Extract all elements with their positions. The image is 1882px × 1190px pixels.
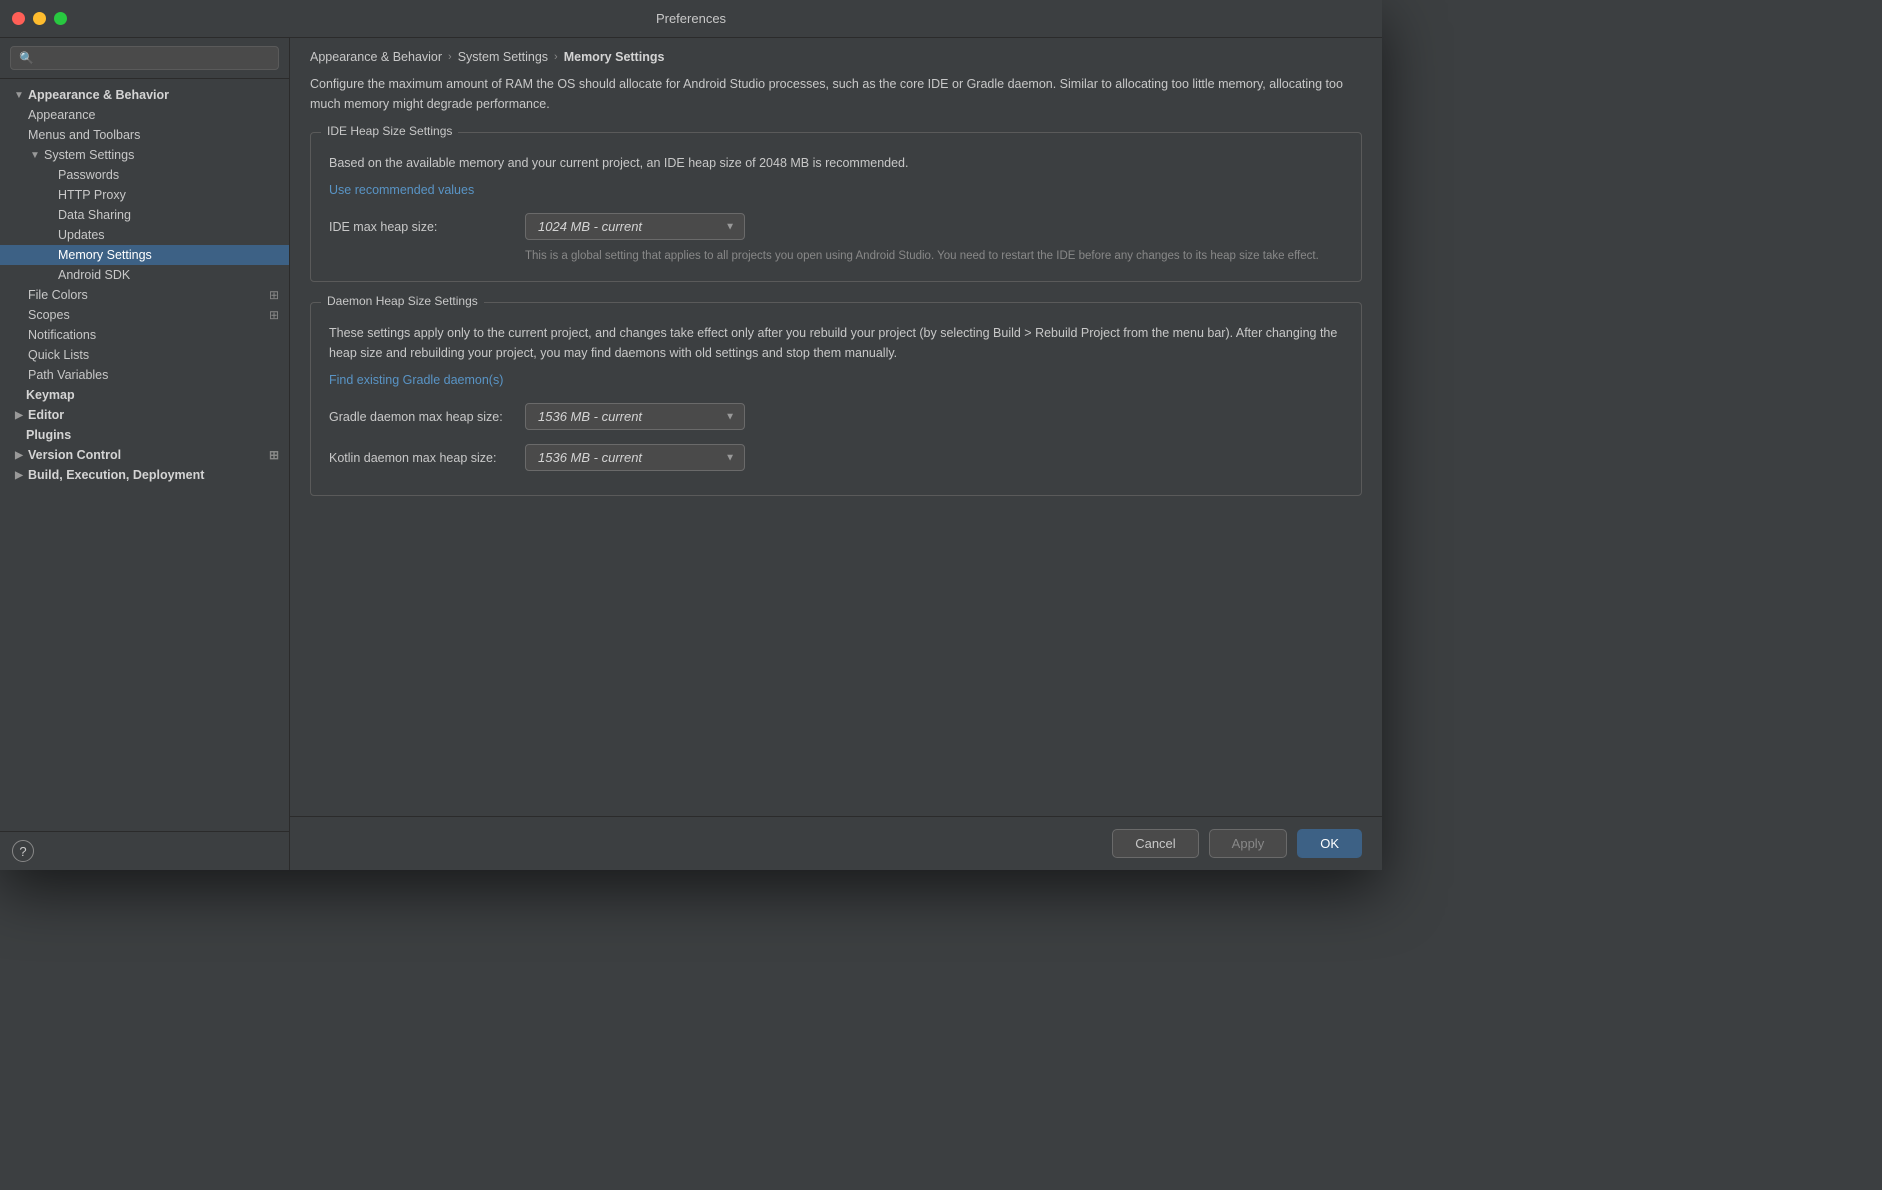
settings-icon: ⊞ <box>269 288 279 302</box>
breadcrumb-part1: Appearance & Behavior <box>310 50 442 64</box>
breadcrumb-current: Memory Settings <box>564 50 665 64</box>
kotlin-label: Kotlin daemon max heap size: <box>329 451 509 465</box>
ide-hint: This is a global setting that applies to… <box>525 248 1343 265</box>
sidebar-item-passwords[interactable]: Passwords <box>0 165 289 185</box>
sidebar-item-version-control[interactable]: ▶ Version Control ⊞ <box>0 445 289 465</box>
arrow-icon: ▼ <box>12 88 26 102</box>
close-button[interactable] <box>12 12 25 25</box>
content-panel: Appearance & Behavior › System Settings … <box>290 38 1382 870</box>
window-controls <box>12 12 67 25</box>
ide-heap-row: IDE max heap size: 512 MB 750 MB 1024 MB… <box>329 213 1343 240</box>
sidebar-item-label: Version Control <box>28 448 121 462</box>
sidebar-item-keymap[interactable]: Keymap <box>0 385 289 405</box>
ide-heap-section-label: IDE Heap Size Settings <box>321 124 458 138</box>
sidebar-item-label: Updates <box>58 228 105 242</box>
breadcrumb-sep1: › <box>448 51 452 63</box>
ok-button[interactable]: OK <box>1297 829 1362 858</box>
sidebar-item-path-variables[interactable]: Path Variables <box>0 365 289 385</box>
arrow-icon: ▶ <box>12 408 26 422</box>
ide-heap-select-wrapper: 512 MB 750 MB 1024 MB - current 1280 MB … <box>525 213 745 240</box>
sidebar-item-scopes[interactable]: Scopes ⊞ <box>0 305 289 325</box>
sidebar-item-data-sharing[interactable]: Data Sharing <box>0 205 289 225</box>
sidebar-item-memory-settings[interactable]: Memory Settings <box>0 245 289 265</box>
daemon-heap-section-content: These settings apply only to the current… <box>311 303 1361 495</box>
sidebar-item-label: Quick Lists <box>28 348 89 362</box>
sidebar-item-file-colors[interactable]: File Colors ⊞ <box>0 285 289 305</box>
daemon-description: These settings apply only to the current… <box>329 323 1343 363</box>
ide-heap-section-content: Based on the available memory and your c… <box>311 133 1361 281</box>
sidebar-item-notifications[interactable]: Notifications <box>0 325 289 345</box>
sidebar-item-label: Plugins <box>26 428 71 442</box>
sidebar-item-label: System Settings <box>44 148 134 162</box>
sidebar-tree: ▼ Appearance & Behavior Appearance Menus… <box>0 79 289 831</box>
sidebar-item-menus-toolbars[interactable]: Menus and Toolbars <box>0 125 289 145</box>
sidebar-item-label: Memory Settings <box>58 248 152 262</box>
sidebar-item-build-execution[interactable]: ▶ Build, Execution, Deployment <box>0 465 289 485</box>
daemon-heap-section-label: Daemon Heap Size Settings <box>321 294 484 308</box>
gradle-heap-select-wrapper: 512 MB 750 MB 1024 MB 1536 MB - current … <box>525 403 745 430</box>
page-description: Configure the maximum amount of RAM the … <box>310 74 1362 114</box>
breadcrumb: Appearance & Behavior › System Settings … <box>290 38 1382 74</box>
sidebar-item-label: Android SDK <box>58 268 130 282</box>
kotlin-heap-select[interactable]: 512 MB 750 MB 1024 MB 1536 MB - current … <box>525 444 745 471</box>
sidebar-item-label: Appearance & Behavior <box>28 88 169 102</box>
title-bar: Preferences <box>0 0 1382 38</box>
ide-recommendation: Based on the available memory and your c… <box>329 153 1343 173</box>
sidebar-item-plugins[interactable]: Plugins <box>0 425 289 445</box>
sidebar-item-label: HTTP Proxy <box>58 188 126 202</box>
search-bar[interactable] <box>0 38 289 79</box>
sidebar-item-label: Path Variables <box>28 368 108 382</box>
main-content: ▼ Appearance & Behavior Appearance Menus… <box>0 38 1382 870</box>
sidebar-item-label: Scopes <box>28 308 70 322</box>
sidebar-footer: ? <box>0 831 289 870</box>
dialog-footer: Cancel Apply OK <box>290 816 1382 870</box>
settings-icon: ⊞ <box>269 308 279 322</box>
breadcrumb-part2: System Settings <box>458 50 548 64</box>
sidebar-item-quick-lists[interactable]: Quick Lists <box>0 345 289 365</box>
arrow-icon: ▶ <box>12 448 26 462</box>
search-input[interactable] <box>10 46 279 70</box>
arrow-icon: ▼ <box>28 148 42 162</box>
maximize-button[interactable] <box>54 12 67 25</box>
sidebar-item-updates[interactable]: Updates <box>0 225 289 245</box>
sidebar: ▼ Appearance & Behavior Appearance Menus… <box>0 38 290 870</box>
sidebar-item-appearance-behavior[interactable]: ▼ Appearance & Behavior <box>0 85 289 105</box>
kotlin-heap-row: Kotlin daemon max heap size: 512 MB 750 … <box>329 444 1343 471</box>
content-body: Configure the maximum amount of RAM the … <box>290 74 1382 816</box>
arrow-icon: ▶ <box>12 468 26 482</box>
sidebar-item-label: Keymap <box>26 388 75 402</box>
window-title: Preferences <box>656 11 726 26</box>
minimize-button[interactable] <box>33 12 46 25</box>
sidebar-item-label: Menus and Toolbars <box>28 128 140 142</box>
breadcrumb-sep2: › <box>554 51 558 63</box>
daemon-heap-section: Daemon Heap Size Settings These settings… <box>310 302 1362 496</box>
help-button[interactable]: ? <box>12 840 34 862</box>
gradle-label: Gradle daemon max heap size: <box>329 410 509 424</box>
gradle-heap-row: Gradle daemon max heap size: 512 MB 750 … <box>329 403 1343 430</box>
sidebar-item-label: Notifications <box>28 328 96 342</box>
sidebar-item-editor[interactable]: ▶ Editor <box>0 405 289 425</box>
sidebar-item-android-sdk[interactable]: Android SDK <box>0 265 289 285</box>
gradle-heap-select[interactable]: 512 MB 750 MB 1024 MB 1536 MB - current … <box>525 403 745 430</box>
find-daemon-link[interactable]: Find existing Gradle daemon(s) <box>329 373 503 387</box>
use-recommended-link[interactable]: Use recommended values <box>329 183 474 197</box>
sidebar-item-appearance[interactable]: Appearance <box>0 105 289 125</box>
sidebar-item-label: Passwords <box>58 168 119 182</box>
sidebar-item-http-proxy[interactable]: HTTP Proxy <box>0 185 289 205</box>
sidebar-item-label: Build, Execution, Deployment <box>28 468 204 482</box>
sidebar-item-label: Editor <box>28 408 64 422</box>
sidebar-item-label: Data Sharing <box>58 208 131 222</box>
apply-button[interactable]: Apply <box>1209 829 1288 858</box>
ide-max-label: IDE max heap size: <box>329 220 509 234</box>
kotlin-heap-select-wrapper: 512 MB 750 MB 1024 MB 1536 MB - current … <box>525 444 745 471</box>
ide-heap-section: IDE Heap Size Settings Based on the avai… <box>310 132 1362 282</box>
sidebar-item-label: Appearance <box>28 108 95 122</box>
sidebar-item-label: File Colors <box>28 288 88 302</box>
settings-icon: ⊞ <box>269 448 279 462</box>
cancel-button[interactable]: Cancel <box>1112 829 1198 858</box>
ide-heap-select[interactable]: 512 MB 750 MB 1024 MB - current 1280 MB … <box>525 213 745 240</box>
sidebar-item-system-settings[interactable]: ▼ System Settings <box>0 145 289 165</box>
